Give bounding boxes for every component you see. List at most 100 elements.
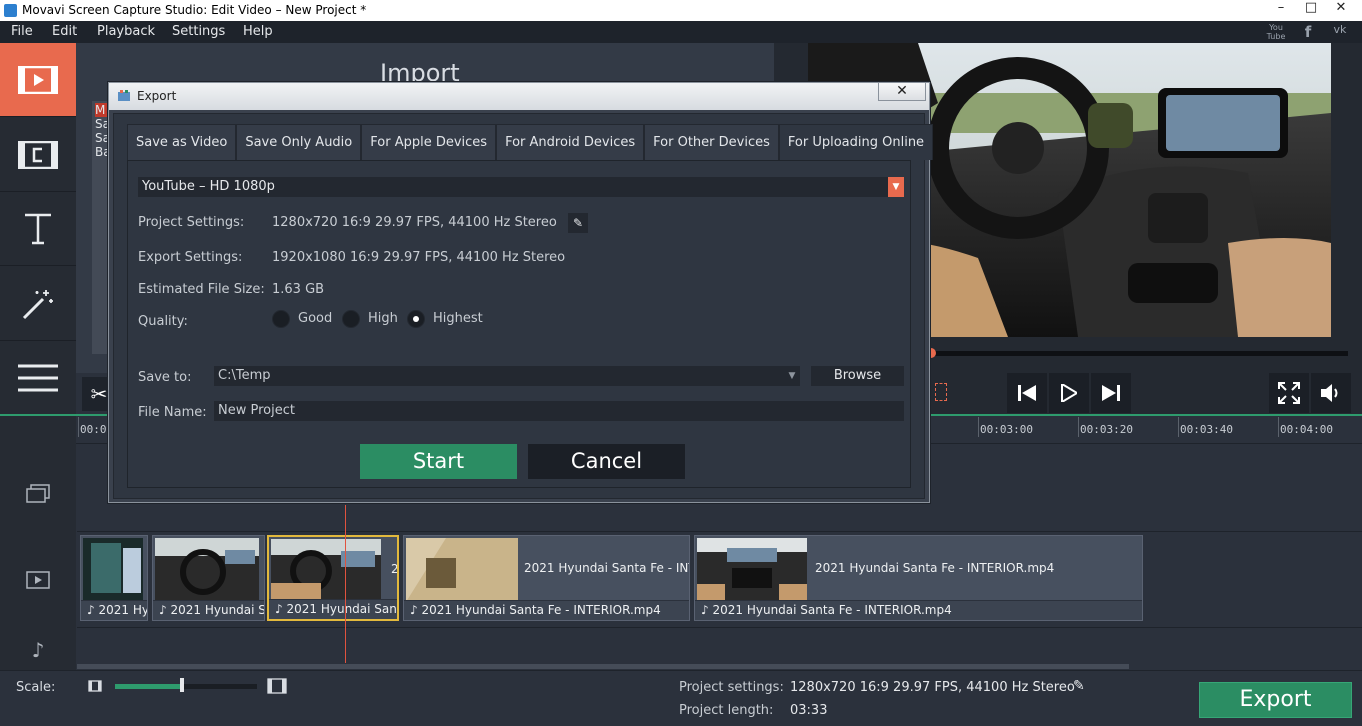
- timeline-clip[interactable]: 2021 Hyundai Santa Fe - INTERIOR.mp4 ♪ 2…: [694, 535, 1143, 621]
- rail-import-button[interactable]: [0, 43, 76, 117]
- app-icon: [4, 4, 17, 17]
- bottom-bar: Scale: Project settings: 1280x720 16:9 2…: [0, 670, 1362, 726]
- timeline-clip[interactable]: ♪ 2021 Hyundai S: [152, 535, 265, 621]
- project-settings-label: Project Settings:: [138, 215, 245, 230]
- ruler-tick: 00:03:20: [1078, 417, 1133, 437]
- hamburger-icon: [18, 364, 58, 391]
- preset-dropdown[interactable]: YouTube – HD 1080p: [138, 177, 904, 197]
- clip-video-label: 2021 Hyundai Santa Fe - INT: [524, 561, 690, 575]
- youtube-icon[interactable]: You Tube: [1266, 23, 1286, 41]
- clip-video-label: 2: [391, 562, 399, 576]
- edit-settings-pencil-icon[interactable]: ✎: [568, 213, 588, 233]
- dialog-title-bar: Export: [109, 83, 929, 110]
- quality-good-radio[interactable]: [272, 310, 290, 328]
- window-title: Movavi Screen Capture Studio: Edit Video…: [22, 3, 367, 17]
- scale-slider-handle[interactable]: [179, 678, 184, 692]
- export-dialog: Export ✕ Save as Video Save Only Audio F…: [108, 82, 934, 503]
- ruler-tick: 00:03:40: [1178, 417, 1233, 437]
- dialog-close-button[interactable]: ✕: [878, 83, 926, 101]
- volume-button[interactable]: [1311, 373, 1351, 413]
- rail-more-button[interactable]: [0, 341, 76, 415]
- playback-progress-bar[interactable]: [930, 351, 1348, 356]
- tab-uploading-online[interactable]: For Uploading Online: [778, 124, 934, 160]
- export-button[interactable]: Export: [1199, 682, 1352, 718]
- save-to-dropdown[interactable]: C:\Temp: [214, 366, 800, 386]
- project-length-label: Project length:: [679, 703, 774, 718]
- scale-slider-fill: [115, 684, 182, 689]
- project-length-value: 03:33: [790, 703, 828, 718]
- quality-high-radio[interactable]: [342, 310, 360, 328]
- rail-effects-button[interactable]: [0, 267, 76, 341]
- facebook-icon[interactable]: f: [1298, 23, 1318, 41]
- quality-good-label: Good: [298, 311, 333, 326]
- close-window-button[interactable]: ✕: [1326, 0, 1356, 18]
- clip-thumbnail: [697, 538, 807, 602]
- minimize-button[interactable]: –: [1266, 0, 1296, 18]
- menu-bar: File Edit Playback Settings Help You Tub…: [0, 21, 1362, 43]
- file-size-label: Estimated File Size:: [138, 282, 265, 297]
- play-button[interactable]: [1049, 373, 1089, 413]
- chevron-down-icon[interactable]: ▼: [888, 177, 904, 197]
- start-button[interactable]: Start: [360, 444, 517, 479]
- tab-save-as-video[interactable]: Save as Video: [127, 124, 237, 160]
- project-settings-value: 1280x720 16:9 29.97 FPS, 44100 Hz Stereo: [272, 215, 557, 230]
- menu-settings[interactable]: Settings: [172, 24, 225, 39]
- marker-icon[interactable]: [935, 383, 947, 401]
- speaker-icon: [1321, 384, 1338, 402]
- film-filter-icon: [18, 140, 58, 169]
- dialog-title: Export: [137, 89, 177, 103]
- text-icon: [25, 213, 51, 244]
- file-size-value: 1.63 GB: [272, 282, 325, 297]
- tab-android-devices[interactable]: For Android Devices: [496, 124, 645, 160]
- ruler-tick: 00:03:00: [978, 417, 1033, 437]
- menu-help[interactable]: Help: [243, 24, 273, 39]
- quality-highest-radio[interactable]: [407, 310, 425, 328]
- menu-playback[interactable]: Playback: [97, 24, 155, 39]
- edit-pencil-icon[interactable]: ✎: [1073, 678, 1085, 694]
- movavi-icon: [118, 90, 130, 101]
- play-icon: [1061, 384, 1077, 402]
- audio-track-icon: ♪: [31, 638, 45, 662]
- tab-save-only-audio[interactable]: Save Only Audio: [236, 124, 362, 160]
- next-frame-button[interactable]: [1091, 373, 1131, 413]
- clip-thumbnail: [406, 538, 518, 602]
- maximize-button[interactable]: □: [1296, 0, 1326, 18]
- ruler-tick: 00:0: [78, 417, 107, 437]
- ruler-tick: 00:04:00: [1278, 417, 1333, 437]
- timeline-scrollbar[interactable]: [77, 664, 1129, 669]
- tab-other-devices[interactable]: For Other Devices: [644, 124, 779, 160]
- skip-back-icon: [1018, 385, 1036, 401]
- cancel-button[interactable]: Cancel: [528, 444, 685, 479]
- timeline-playhead[interactable]: [345, 505, 346, 663]
- zoom-in-icon[interactable]: [267, 678, 287, 694]
- clip-thumbnail: [271, 539, 381, 601]
- timeline-clip-selected[interactable]: 2 ♪ 2021 Hyundai San: [267, 535, 399, 621]
- rail-titles-button[interactable]: [0, 192, 76, 266]
- dialog-body: Save as Video Save Only Audio For Apple …: [113, 113, 934, 499]
- fullscreen-icon: [1278, 382, 1300, 404]
- previous-frame-button[interactable]: [1007, 373, 1047, 413]
- save-to-label: Save to:: [138, 370, 192, 385]
- file-name-label: File Name:: [138, 405, 207, 420]
- tab-apple-devices[interactable]: For Apple Devices: [361, 124, 497, 160]
- browse-button[interactable]: Browse: [811, 366, 904, 386]
- project-settings-label: Project settings:: [679, 680, 784, 695]
- project-settings-value: 1280x720 16:9 29.97 FPS, 44100 Hz Stereo: [790, 680, 1075, 695]
- clip-audio-label: ♪ 2021 Hyundai San: [269, 599, 397, 619]
- clip-audio-label: ♪ 2021 Hyundai S: [153, 600, 264, 620]
- timeline-clip[interactable]: 2021 Hyundai Santa Fe - INT ♪ 2021 Hyund…: [403, 535, 690, 621]
- chevron-down-icon[interactable]: ▼: [784, 366, 800, 386]
- rail-filters-button[interactable]: [0, 118, 76, 192]
- quality-high-label: High: [368, 311, 398, 326]
- vk-icon[interactable]: vk: [1330, 23, 1350, 41]
- file-name-input[interactable]: New Project: [214, 401, 904, 421]
- fullscreen-button[interactable]: [1269, 373, 1309, 413]
- quality-highest-label: Highest: [433, 311, 483, 326]
- zoom-out-icon[interactable]: [88, 680, 102, 692]
- timeline-clip[interactable]: ♪ 2021 Hy: [80, 535, 148, 621]
- quality-label: Quality:: [138, 314, 188, 329]
- tab-panel: YouTube – HD 1080p ▼ Project Settings: 1…: [127, 160, 911, 488]
- window-title-bar: Movavi Screen Capture Studio: Edit Video…: [0, 0, 1362, 21]
- menu-edit[interactable]: Edit: [52, 24, 77, 39]
- menu-file[interactable]: File: [11, 24, 33, 39]
